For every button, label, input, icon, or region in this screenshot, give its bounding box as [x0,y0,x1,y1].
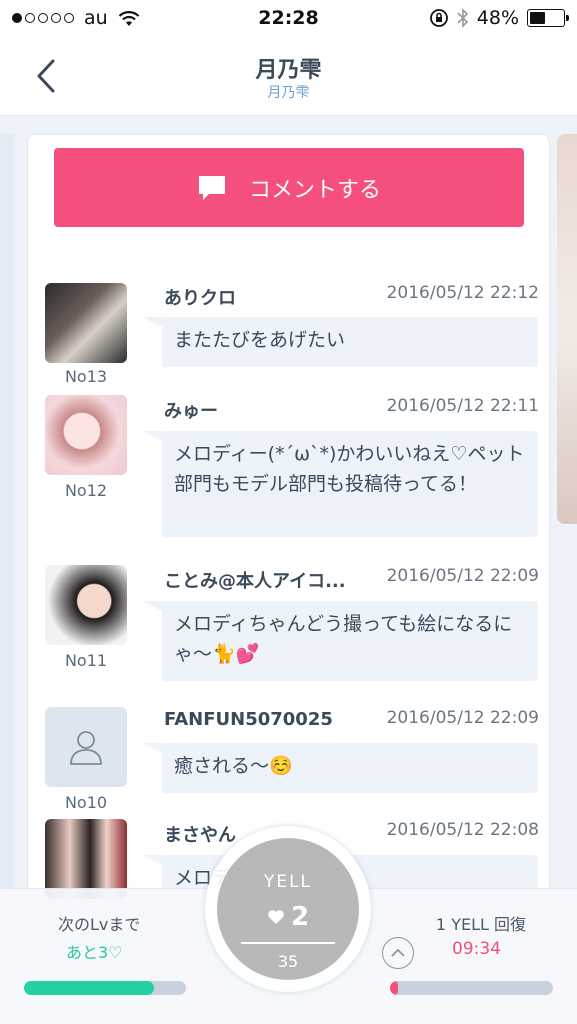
comment-button[interactable]: コメントする [54,148,524,227]
comment-author[interactable]: ありクロ [164,284,236,310]
default-user-icon [70,731,102,765]
comment-number: No10 [64,793,108,812]
avatar[interactable] [45,395,127,475]
recovery-progress-fill [390,981,399,995]
battery-icon [527,9,569,27]
comment-date: 2016/05/12 22:09 [386,708,539,728]
comment-author[interactable]: ことみ@本人アイコ... [164,567,346,593]
yell-count: 2 [217,902,359,932]
comment-date: 2016/05/12 22:09 [386,566,539,586]
level-progress-fill [24,981,154,995]
chevron-up-icon [391,948,405,957]
comment-date: 2016/05/12 22:08 [386,820,539,840]
comment-author[interactable]: まさやん [164,821,236,847]
scroll-up-button[interactable] [382,937,414,969]
nav-bar: 月乃雫 月乃雫 [0,38,577,116]
recovery-timer: 09:34 [452,939,501,959]
yell-divider [241,942,335,944]
yell-count-value: 2 [290,902,310,932]
recovery-label: 1 YELL 回復 [435,915,526,934]
comment-button-label: コメントする [248,177,381,203]
comment-date: 2016/05/12 22:12 [386,283,539,303]
comment-number: No12 [64,481,108,500]
status-right: 48% [429,7,569,29]
heart-icon [268,910,284,924]
speech-bubble-icon [198,175,225,200]
background-photo [557,134,577,524]
bluetooth-icon [457,8,468,28]
battery-percent: 48% [476,7,519,29]
rotation-lock-icon [429,9,448,27]
comment-text: またたびをあげたい [142,317,538,367]
yell-button[interactable]: YELL 2 35 [217,838,359,980]
next-level-label: 次のLvまで [58,915,141,934]
comment-date: 2016/05/12 22:11 [386,396,539,416]
comment-author[interactable]: FANFUN5070025 [164,709,333,730]
comment-text: メロディちゃんどう撮っても絵になるにゃ〜🐈💕 [142,601,538,681]
next-level-value: あと3♡ [66,943,123,962]
comment-number: No11 [64,651,108,670]
avatar[interactable] [45,565,127,645]
yell-max: 35 [277,952,299,971]
status-bar: au 22:28 48% [0,0,577,38]
comment-text: メロディー(*´ω`*)かわいいねえ♡ペット部門もモデル部門も投稿待ってる！ [142,431,538,537]
recovery-progress-bar [390,981,553,995]
yell-label: YELL [263,872,313,892]
level-progress-bar [24,981,186,995]
avatar[interactable] [45,819,127,899]
avatar[interactable] [45,283,127,363]
comment-number: No13 [64,367,108,386]
page-title: 月乃雫 [255,58,322,83]
comment-author[interactable]: みゅー [164,397,218,423]
comment-text: 癒される〜☺️ [142,743,538,793]
avatar[interactable] [45,707,127,787]
page-subtitle: 月乃雫 [267,85,310,101]
